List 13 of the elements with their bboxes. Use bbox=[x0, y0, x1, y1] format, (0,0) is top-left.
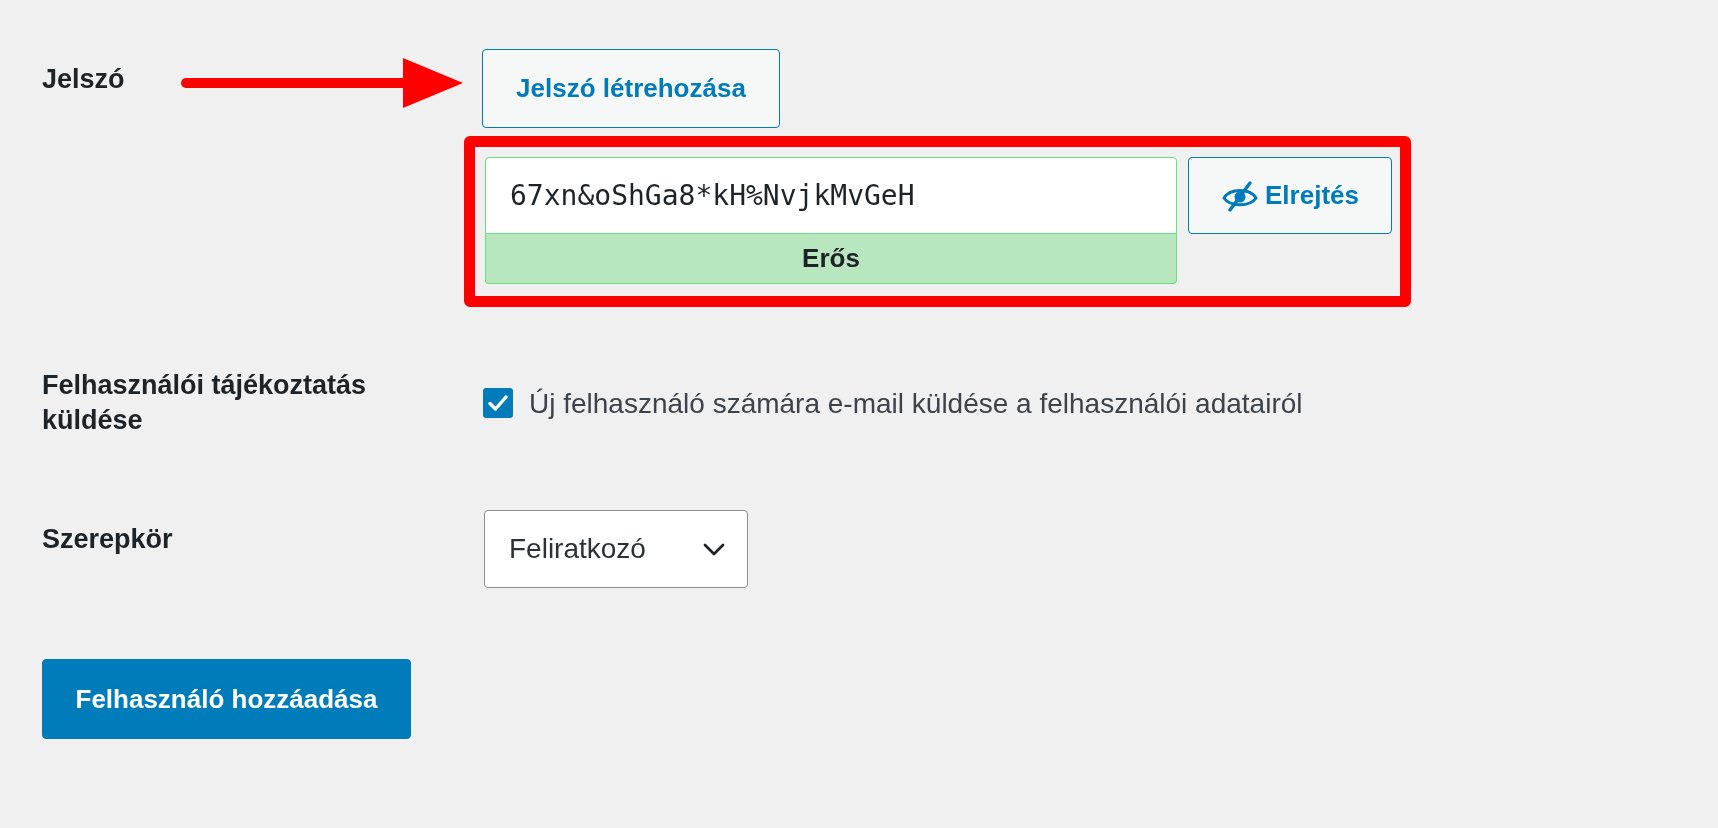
strength-meter: Erős bbox=[485, 234, 1177, 284]
password-field[interactable]: 67xn&oShGa8*kH%NvjkMvGeH bbox=[485, 157, 1177, 234]
notify-label: Felhasználói tájékoztatás küldése bbox=[42, 369, 368, 437]
role-select[interactable]: Feliratkozó bbox=[484, 510, 748, 588]
role-label: Szerepkör bbox=[42, 523, 173, 556]
eye-slash-icon bbox=[1221, 179, 1259, 212]
checkbox[interactable] bbox=[483, 388, 513, 418]
generate-password-button[interactable]: Jelszó létrehozása bbox=[482, 49, 780, 128]
password-label: Jelszó bbox=[42, 63, 125, 96]
hide-password-button[interactable]: Elrejtés bbox=[1188, 157, 1392, 234]
add-user-button[interactable]: Felhasználó hozzáadása bbox=[42, 659, 411, 739]
chevron-down-icon bbox=[703, 542, 725, 556]
checkbox-label: Új felhasználó számára e-mail küldése a felhasználói adatairól bbox=[529, 386, 1303, 421]
